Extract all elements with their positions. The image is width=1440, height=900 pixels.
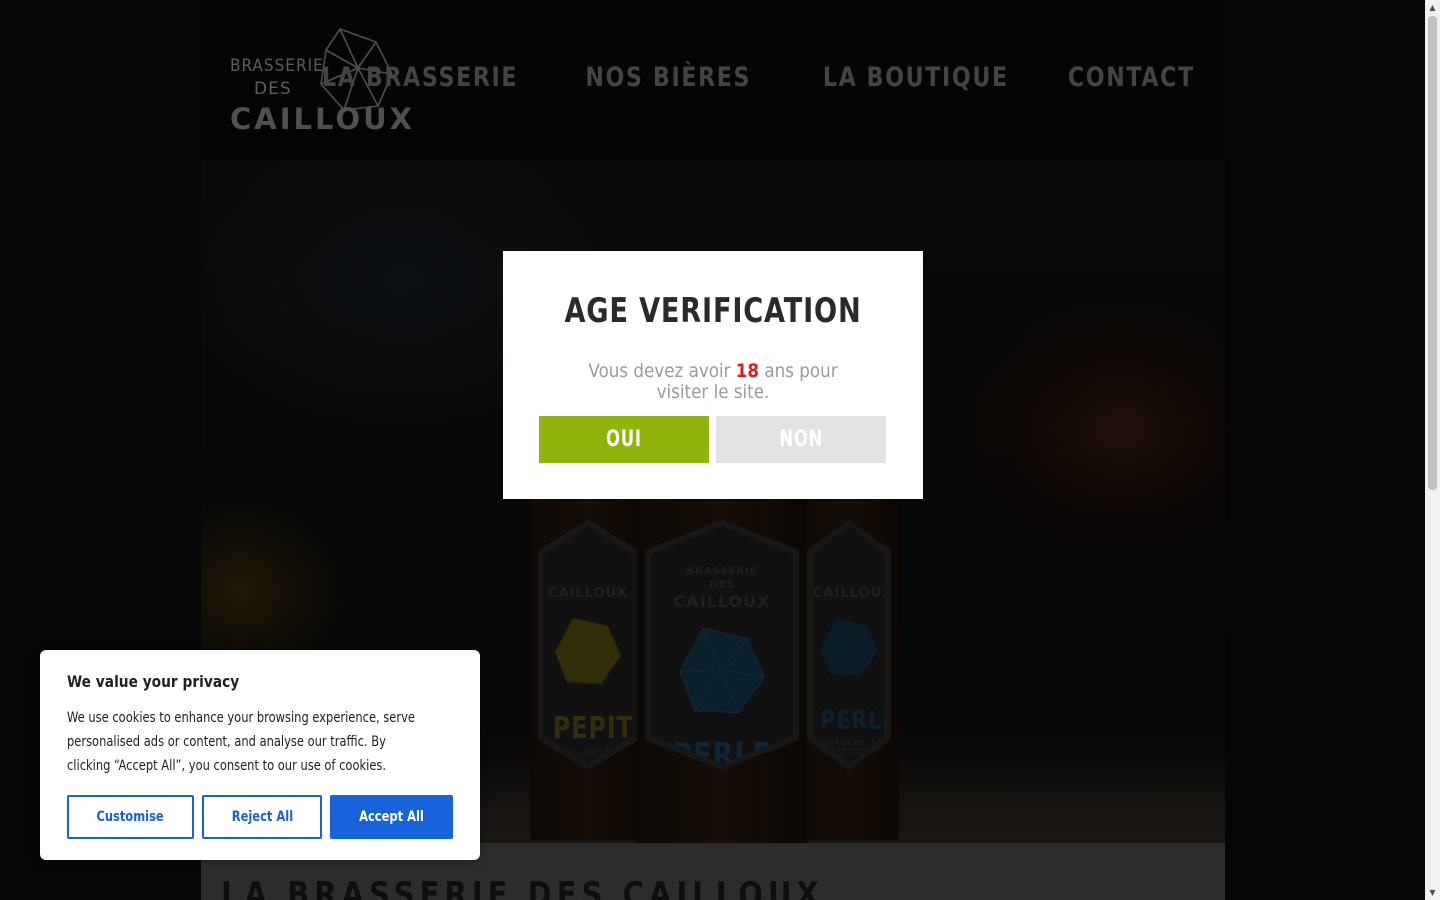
age-verification-modal: AGE VERIFICATION Vous devez avoir 18 ans… — [503, 251, 923, 499]
age-modal-message: Vous devez avoir 18 ans pour visiter le … — [563, 361, 862, 403]
cookie-body: We use cookies to enhance your browsing … — [67, 710, 415, 774]
scrollbar-thumb[interactable] — [1428, 16, 1437, 490]
cookie-title: We value your privacy — [67, 672, 240, 691]
age-no-button[interactable]: NON — [716, 416, 886, 463]
cookie-customise-label: Customise — [96, 809, 165, 825]
scroll-up-arrow-icon[interactable]: ▲ — [1425, 0, 1440, 15]
age-modal-title: AGE VERIFICATION — [564, 291, 862, 331]
age-yes-button[interactable]: OUI — [539, 416, 709, 463]
cookie-consent-banner: We value your privacy We use cookies to … — [40, 650, 480, 860]
cookie-accept-button[interactable]: Accept All — [330, 795, 453, 839]
cookie-customise-button[interactable]: Customise — [67, 795, 194, 839]
cookie-reject-button[interactable]: Reject All — [202, 795, 322, 839]
age-no-label: NON — [779, 427, 823, 452]
age-yes-label: OUI — [606, 427, 642, 452]
cookie-reject-label: Reject All — [231, 809, 293, 825]
age-required: 18 — [735, 360, 760, 382]
vertical-scrollbar[interactable]: ▲ ▼ — [1425, 0, 1440, 900]
age-msg-before: Vous devez avoir — [588, 360, 736, 382]
scroll-down-arrow-icon[interactable]: ▼ — [1425, 885, 1440, 900]
cookie-accept-label: Accept All — [359, 809, 424, 825]
